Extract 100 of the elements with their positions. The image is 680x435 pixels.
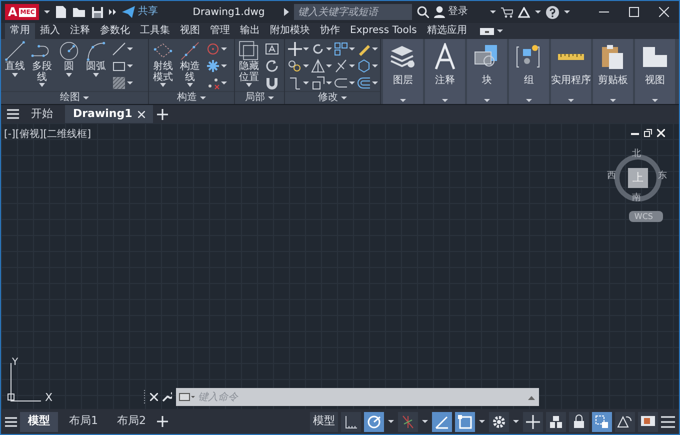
ribbon-tab[interactable]: 输出: [235, 23, 265, 39]
triangle-icon[interactable]: [518, 6, 530, 18]
close-icon[interactable]: [659, 7, 669, 17]
caret-icon[interactable]: [349, 46, 355, 52]
ribbon-large-button[interactable]: 注释: [425, 39, 465, 104]
ribbon-tool-button[interactable]: 隐藏位置: [238, 40, 260, 91]
ribbon-tool-button[interactable]: 构造线: [179, 40, 201, 91]
ribbon-large-button[interactable]: 组: [509, 39, 549, 104]
caret-icon[interactable]: [372, 63, 378, 69]
search-field[interactable]: 键入关键字或短语: [294, 4, 412, 20]
caret-icon[interactable]: [303, 63, 309, 69]
text-frame-icon[interactable]: [265, 42, 279, 56]
caret-icon[interactable]: [387, 418, 395, 425]
panel-title[interactable]: 修改: [318, 93, 338, 103]
offset-icon[interactable]: [357, 76, 371, 90]
ribbon-large-button[interactable]: 图层: [383, 39, 423, 104]
caret-icon[interactable]: [127, 46, 133, 52]
viewport-label[interactable]: [-][俯视][二维线框]: [4, 127, 92, 142]
caret-icon[interactable]: [535, 9, 541, 15]
status-toggle[interactable]: [364, 412, 384, 432]
status-toggle[interactable]: [592, 412, 612, 432]
status-toggle[interactable]: [432, 412, 452, 432]
ribbon-tool-button[interactable]: 射线模式: [152, 40, 174, 91]
ribbon-tab[interactable]: 精选应用: [422, 23, 472, 39]
stretch-icon[interactable]: [288, 76, 302, 90]
caret-icon[interactable]: [268, 95, 274, 101]
document-tab[interactable]: Drawing1: [65, 105, 154, 123]
caret-icon[interactable]: [221, 80, 227, 86]
menu-icon[interactable]: [661, 416, 675, 428]
rectangle-icon[interactable]: [112, 59, 126, 73]
maximize-icon[interactable]: [629, 7, 639, 17]
ribbon-tool-button[interactable]: 圆: [58, 40, 80, 91]
wrench-icon[interactable]: [162, 392, 172, 402]
caret-icon[interactable]: [303, 80, 309, 86]
status-toggle[interactable]: [341, 412, 361, 432]
caret-icon[interactable]: [478, 418, 486, 425]
caret-icon[interactable]: [326, 80, 332, 86]
document-tab[interactable]: 开始: [23, 105, 61, 123]
plus-icon[interactable]: [157, 416, 168, 427]
magnet-icon[interactable]: [265, 76, 279, 90]
layout-tab[interactable]: 布局2: [109, 412, 154, 432]
caret-icon[interactable]: [564, 9, 570, 15]
trim-icon[interactable]: [334, 59, 348, 73]
ribbon-tab[interactable]: 视图: [175, 23, 205, 39]
layout-tab[interactable]: 模型: [20, 412, 58, 432]
ribbon-tab[interactable]: Express Tools: [345, 23, 422, 39]
caret-icon[interactable]: [200, 95, 206, 101]
ribbon-tab[interactable]: 协作: [315, 23, 345, 39]
cube-icon[interactable]: [357, 59, 371, 73]
help-icon[interactable]: [546, 6, 559, 18]
caret-icon[interactable]: [372, 46, 378, 52]
search-icon[interactable]: [416, 6, 429, 18]
plus-icon[interactable]: [157, 108, 168, 120]
ribbon-large-button[interactable]: 剪贴板: [593, 39, 633, 104]
ribbon-tool-button[interactable]: 圆弧: [85, 40, 107, 91]
history-icon[interactable]: [528, 395, 535, 400]
caret-icon[interactable]: [326, 46, 332, 52]
ribbon-tab[interactable]: 附加模块: [265, 23, 315, 39]
scale-icon[interactable]: [311, 76, 325, 90]
line-icon[interactable]: [112, 42, 126, 56]
save-icon[interactable]: [90, 6, 104, 18]
caret-icon[interactable]: [127, 63, 133, 69]
caret-icon[interactable]: [326, 63, 332, 69]
new-file-icon[interactable]: [54, 5, 67, 19]
mirror-icon[interactable]: [311, 59, 325, 73]
status-toggle[interactable]: [489, 412, 509, 432]
ribbon-tab[interactable]: 工具集: [135, 23, 175, 39]
pencil-icon[interactable]: [357, 42, 371, 56]
model-space-button[interactable]: 模型: [310, 412, 338, 432]
caret-icon[interactable]: [372, 80, 378, 86]
more-icon[interactable]: [108, 8, 117, 16]
panel-toggle-icon[interactable]: [480, 28, 494, 34]
ribbon-large-button[interactable]: 块: [467, 39, 507, 104]
caret-icon[interactable]: [83, 95, 89, 101]
restore-icon[interactable]: [644, 129, 652, 137]
caret-icon[interactable]: [341, 95, 347, 101]
caret-icon[interactable]: [490, 9, 496, 15]
caret-icon[interactable]: [349, 63, 355, 69]
array-icon[interactable]: [334, 76, 348, 90]
caret-icon[interactable]: [127, 80, 133, 86]
status-toggle[interactable]: [569, 412, 589, 432]
command-field[interactable]: 键入命令: [176, 388, 539, 406]
points-icon[interactable]: [206, 76, 220, 90]
menu-icon[interactable]: [7, 109, 19, 119]
panel-title[interactable]: 局部: [245, 93, 265, 103]
sign-in-button[interactable]: 登录: [434, 6, 468, 18]
ribbon-tab[interactable]: 常用: [5, 23, 35, 39]
status-toggle[interactable]: [615, 412, 635, 432]
star-icon[interactable]: [206, 59, 220, 73]
ribbon-tab[interactable]: 管理: [205, 23, 235, 39]
caret-icon[interactable]: [512, 418, 520, 425]
status-toggle[interactable]: [546, 412, 566, 432]
status-toggle[interactable]: [638, 412, 658, 432]
grid-icon[interactable]: [334, 42, 348, 56]
caret-icon[interactable]: [221, 63, 227, 69]
play-icon[interactable]: [284, 8, 289, 16]
command-prompt-icon[interactable]: [179, 393, 195, 401]
ribbon-tool-button[interactable]: 多段线: [31, 40, 53, 91]
caret-icon[interactable]: [303, 46, 309, 52]
move-icon[interactable]: [288, 42, 302, 56]
